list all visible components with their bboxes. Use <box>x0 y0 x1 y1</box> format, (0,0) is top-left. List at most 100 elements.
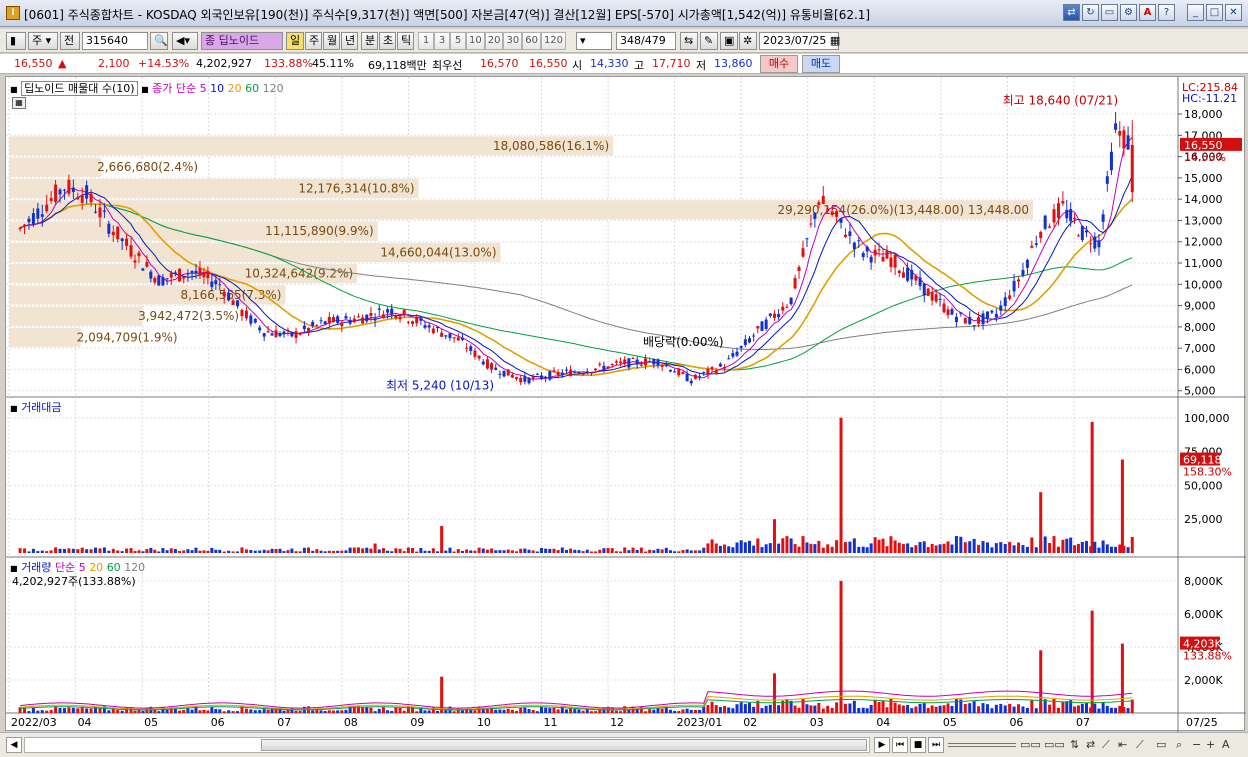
zoom-out-icon[interactable]: − <box>1192 738 1201 751</box>
step-forward-icon[interactable]: ⏭ <box>928 737 944 753</box>
candle-body <box>914 275 918 281</box>
volume-bar <box>968 703 972 713</box>
minimize-button[interactable]: _ <box>1187 4 1204 21</box>
scroll-thumb[interactable] <box>261 739 867 751</box>
prev-button[interactable]: 전 <box>60 32 80 50</box>
ma-label[interactable]: 종가 단순 <box>152 82 196 95</box>
step-back-icon[interactable]: ⏮ <box>892 737 908 753</box>
chart-area[interactable]: 2022/03 04 05 06 07 08 09 10 11 12 2023/01 02 03 04 05… <box>5 76 1246 732</box>
candle-body <box>315 325 319 327</box>
period-day[interactable]: 일 <box>286 32 304 50</box>
period-week[interactable]: 주 <box>305 32 322 50</box>
volume-bar <box>785 698 789 713</box>
help-icon[interactable]: ? <box>1158 4 1175 21</box>
amount-bar <box>972 538 976 553</box>
refresh-icon[interactable]: ↻ <box>1082 4 1099 21</box>
screen-icon[interactable]: ▭ <box>1156 738 1166 751</box>
period-second[interactable]: 초 <box>379 32 396 50</box>
custom-interval-input[interactable]: ▾ <box>576 32 612 50</box>
amount-bar <box>598 549 602 553</box>
candle-body <box>202 273 206 278</box>
scroll-track[interactable] <box>24 737 870 753</box>
market-select[interactable]: 주 ▾ <box>28 32 58 50</box>
amount-bar <box>274 548 278 553</box>
maximize-button[interactable]: □ <box>1206 4 1223 21</box>
volume-bar <box>731 708 735 713</box>
interval-120[interactable]: 120 <box>540 32 567 50</box>
stock-name-field[interactable]: 종 딥노이드 <box>201 32 283 50</box>
zoom-in-icon[interactable]: + <box>1206 738 1215 751</box>
volume-summary: 4,202,927주(133.88%) <box>12 575 136 588</box>
ma5-label[interactable]: 5 <box>200 82 207 95</box>
ma10-label[interactable]: 10 <box>210 82 224 95</box>
pane-icon[interactable]: ▭▭ <box>1044 738 1065 751</box>
candle-body <box>1122 130 1126 149</box>
amount-pane-title[interactable]: 거래대금 <box>21 401 61 414</box>
link-icon[interactable]: ⇄ <box>1063 4 1080 21</box>
amount-bar <box>190 550 194 553</box>
candle-body <box>169 273 173 278</box>
period-tick[interactable]: 틱 <box>397 32 414 50</box>
volume-bar <box>764 705 768 713</box>
interval-5[interactable]: 5 <box>450 32 466 50</box>
ma120-label[interactable]: 120 <box>263 82 284 95</box>
interval-3[interactable]: 3 <box>434 32 450 50</box>
window-icon[interactable]: ▭ <box>1101 4 1118 21</box>
font-size-icon[interactable]: A <box>1222 738 1230 751</box>
amount-bar <box>760 547 764 553</box>
grid-table-icon[interactable]: ▦ <box>12 97 26 109</box>
zoom-icon[interactable]: ⌕ <box>1176 738 1182 752</box>
count-field[interactable]: 348/479 <box>616 32 676 50</box>
amount-bar <box>801 536 805 553</box>
ma20-label[interactable]: 20 <box>228 82 242 95</box>
date-field[interactable]: 2023/07/25 ▦ <box>759 32 840 50</box>
period-year[interactable]: 년 <box>341 32 358 50</box>
font-icon[interactable]: A <box>1139 4 1156 21</box>
volume-spike-bar <box>772 673 776 713</box>
candle-body <box>922 283 926 296</box>
candle-body <box>752 335 756 337</box>
zoom-tool-icon[interactable]: ⇆ <box>680 32 698 50</box>
fit-icon[interactable]: ⇤ <box>1118 738 1127 751</box>
layout-icon[interactable]: ▭▭ <box>1020 738 1041 751</box>
amount-bar <box>365 547 369 553</box>
crosshair-icon[interactable]: ⇄ <box>1086 738 1095 751</box>
interval-1[interactable]: 1 <box>418 32 434 50</box>
amount-bar <box>1030 537 1034 553</box>
close-button[interactable]: ✕ <box>1225 4 1242 21</box>
chart-type-icon[interactable]: ▮ <box>6 32 26 50</box>
candle-body <box>702 371 706 373</box>
chart-canvas[interactable]: 2022/03 04 05 06 07 08 09 10 11 12 2023/01 02 03 04 05… <box>6 77 1246 732</box>
search-icon[interactable]: 🔍 <box>150 32 168 50</box>
trend-icon[interactable]: ⟋ <box>1136 738 1144 752</box>
interval-20[interactable]: 20 <box>484 32 504 50</box>
buy-button[interactable]: 매수 <box>760 55 798 73</box>
period-minute[interactable]: 분 <box>361 32 378 50</box>
speaker-icon[interactable]: ◀▾ <box>172 32 198 50</box>
speed-slider[interactable] <box>948 743 1016 747</box>
config-icon[interactable]: ✲ <box>739 32 757 50</box>
volume-bar <box>702 706 706 713</box>
period-month[interactable]: 월 <box>323 32 340 50</box>
scroll-left-icon[interactable]: ◀ <box>6 737 22 753</box>
line-icon[interactable]: ⟋ <box>1102 738 1110 752</box>
arrange-icon[interactable]: ⇅ <box>1070 738 1079 751</box>
candle-body <box>319 320 323 322</box>
interval-30[interactable]: 30 <box>503 32 523 50</box>
stop-icon[interactable]: ■ <box>910 737 926 753</box>
amount-bar <box>502 550 506 553</box>
sell-button[interactable]: 매도 <box>802 55 840 73</box>
draw-tool-icon[interactable]: ✎ <box>700 32 718 50</box>
settings-icon[interactable]: ⚙ <box>1120 4 1137 21</box>
amount-spike-bar <box>440 525 444 553</box>
play-icon[interactable]: ▶ <box>874 737 890 753</box>
candle-body <box>71 187 75 192</box>
interval-10[interactable]: 10 <box>466 32 485 50</box>
save-icon[interactable]: ▣ <box>720 32 738 50</box>
amount-bar <box>54 547 58 553</box>
code-input[interactable]: 315640 <box>82 32 148 50</box>
interval-60[interactable]: 60 <box>522 32 541 50</box>
price-pane-title[interactable]: 딥노이드 매물대 수(10) <box>21 81 138 96</box>
ma60-label[interactable]: 60 <box>245 82 259 95</box>
amount-bar <box>531 550 535 553</box>
